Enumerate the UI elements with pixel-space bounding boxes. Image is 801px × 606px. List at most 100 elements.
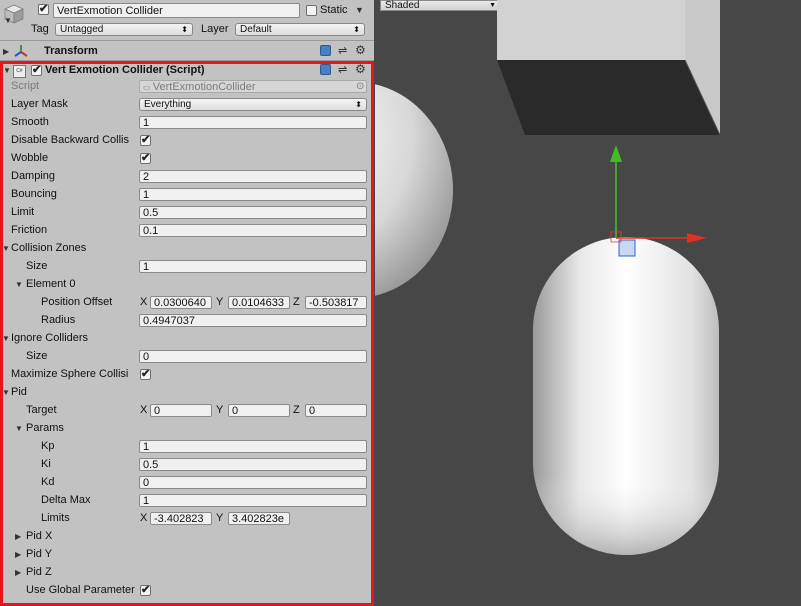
layer-value: Default [240, 24, 272, 35]
layer-label: Layer [201, 23, 229, 35]
script-label: Script [11, 80, 40, 92]
layer-mask-label: Layer Mask [11, 98, 68, 110]
layer-mask-dropdown[interactable]: Everything ⬍ [139, 98, 367, 111]
smooth-field[interactable]: 1 [139, 116, 367, 129]
pid-foldout-icon[interactable]: ▼ [2, 386, 10, 399]
tag-value: Untagged [60, 24, 104, 35]
gameobject-foldout-icon[interactable]: ▼ [4, 14, 12, 27]
header-divider [0, 40, 374, 41]
chevron-updown-icon: ⬍ [181, 25, 188, 34]
pid-y-label[interactable]: Pid Y [26, 548, 52, 561]
component-title[interactable]: Vert Exmotion Collider (Script) [45, 64, 205, 77]
box-mesh [497, 0, 721, 136]
gameobject-active-checkbox[interactable]: ✔ [38, 4, 49, 15]
limits-y-field[interactable]: 3.402823e [228, 512, 290, 525]
target-z-letter: Z [293, 404, 300, 416]
static-checkbox[interactable] [306, 5, 317, 16]
limit-field[interactable]: 0.5 [139, 206, 367, 219]
damping-label: Damping [11, 170, 56, 182]
ki-label: Ki [41, 458, 51, 470]
limits-x-field[interactable]: -3.402823 [150, 512, 212, 525]
collision-zones-size-label: Size [26, 260, 48, 272]
ignore-colliders-label[interactable]: Ignore Colliders [11, 332, 88, 345]
collision-zones-label[interactable]: Collision Zones [11, 242, 86, 255]
maximize-sphere-label: Maximize Sphere Collisi [11, 368, 129, 380]
gear-icon[interactable]: ⚙ [355, 63, 366, 76]
kd-label: Kd [41, 476, 55, 488]
disable-backward-checkbox[interactable]: ✔ [140, 135, 151, 146]
delta-max-field[interactable]: 1 [139, 494, 367, 507]
layer-dropdown[interactable]: Default ⬍ [235, 23, 365, 36]
element0-foldout-icon[interactable]: ▼ [15, 278, 23, 291]
gear-icon[interactable]: ⚙ [355, 44, 366, 57]
transform-foldout-icon[interactable]: ▶ [3, 45, 9, 58]
transform-icon [13, 44, 29, 58]
target-y-letter: Y [216, 404, 224, 416]
limits-y-letter: Y [216, 512, 224, 524]
params-foldout-icon[interactable]: ▼ [15, 422, 23, 435]
transform-title[interactable]: Transform [44, 45, 98, 58]
collision-zones-foldout-icon[interactable]: ▼ [2, 242, 10, 255]
wobble-label: Wobble [11, 152, 49, 164]
smooth-label: Smooth [11, 116, 49, 128]
script-value: VertExmotionCollider [152, 81, 256, 93]
maximize-sphere-checkbox[interactable]: ✔ [140, 369, 151, 380]
target-x-field[interactable]: 0 [150, 404, 212, 417]
pid-y-foldout-icon[interactable]: ▶ [15, 548, 21, 561]
delta-max-label: Delta Max [41, 494, 91, 506]
kd-field[interactable]: 0 [139, 476, 367, 489]
bouncing-field[interactable]: 1 [139, 188, 367, 201]
ki-field[interactable]: 0.5 [139, 458, 367, 471]
pid-x-foldout-icon[interactable]: ▶ [15, 530, 21, 543]
collision-zones-size-field[interactable]: 1 [139, 260, 367, 273]
scene-view[interactable]: Shaded ▼ 2D ☼ ◀ ▣ ▼ [375, 0, 801, 606]
bouncing-label: Bouncing [11, 188, 57, 200]
object-picker-icon[interactable]: ⊙ [356, 80, 364, 93]
gameobject-name-field[interactable]: VertExmotion Collider [53, 3, 300, 18]
preset-icon[interactable]: ⇌ [338, 45, 350, 57]
scene-canvas [375, 0, 721, 555]
ignore-colliders-size-field[interactable]: 0 [139, 350, 367, 363]
pid-z-foldout-icon[interactable]: ▶ [15, 566, 21, 579]
inspector-panel: ▼ ✔ VertExmotion Collider Static ▼ Tag U… [0, 0, 374, 606]
component-enabled-checkbox[interactable]: ✔ [31, 65, 42, 76]
capsule-mesh [533, 237, 719, 555]
tag-label: Tag [31, 23, 49, 35]
params-label[interactable]: Params [26, 422, 64, 435]
pid-z-label[interactable]: Pid Z [26, 566, 52, 579]
tag-dropdown[interactable]: Untagged ⬍ [55, 23, 193, 36]
position-offset-x-field[interactable]: 0.0300640 [150, 296, 212, 309]
target-z-field[interactable]: 0 [305, 404, 367, 417]
position-offset-y-letter: Y [216, 296, 224, 308]
pid-label[interactable]: Pid [11, 386, 27, 399]
position-offset-y-field[interactable]: 0.0104633 [228, 296, 290, 309]
position-offset-label: Position Offset [41, 296, 113, 308]
use-global-params-checkbox[interactable]: ✔ [140, 585, 151, 596]
disable-backward-label: Disable Backward Collis [11, 134, 129, 146]
script-icon: ▭ [143, 83, 153, 92]
transform-divider [0, 60, 374, 61]
kp-field[interactable]: 1 [139, 440, 367, 453]
damping-field[interactable]: 2 [139, 170, 367, 183]
preset-icon[interactable]: ⇌ [338, 64, 350, 76]
friction-field[interactable]: 0.1 [139, 224, 367, 237]
ignore-colliders-foldout-icon[interactable]: ▼ [2, 332, 10, 345]
help-icon[interactable] [320, 64, 331, 75]
position-offset-z-field[interactable]: -0.503817 [305, 296, 367, 309]
static-dropdown-icon[interactable]: ▼ [355, 4, 364, 17]
script-field: ▭ VertExmotionCollider [139, 80, 367, 93]
target-y-field[interactable]: 0 [228, 404, 290, 417]
ignore-colliders-size-label: Size [26, 350, 48, 362]
limits-x-letter: X [140, 512, 148, 524]
chevron-updown-icon: ⬍ [355, 100, 362, 109]
pid-x-label[interactable]: Pid X [26, 530, 52, 543]
element0-label[interactable]: Element 0 [26, 278, 76, 291]
static-label: Static [320, 4, 348, 16]
radius-field[interactable]: 0.4947037 [139, 314, 367, 327]
radius-label: Radius [41, 314, 76, 326]
help-icon[interactable] [320, 45, 331, 56]
component-foldout-icon[interactable]: ▼ [3, 64, 11, 77]
wobble-checkbox[interactable]: ✔ [140, 153, 151, 164]
sphere-mesh [375, 84, 453, 296]
kp-label: Kp [41, 440, 55, 452]
